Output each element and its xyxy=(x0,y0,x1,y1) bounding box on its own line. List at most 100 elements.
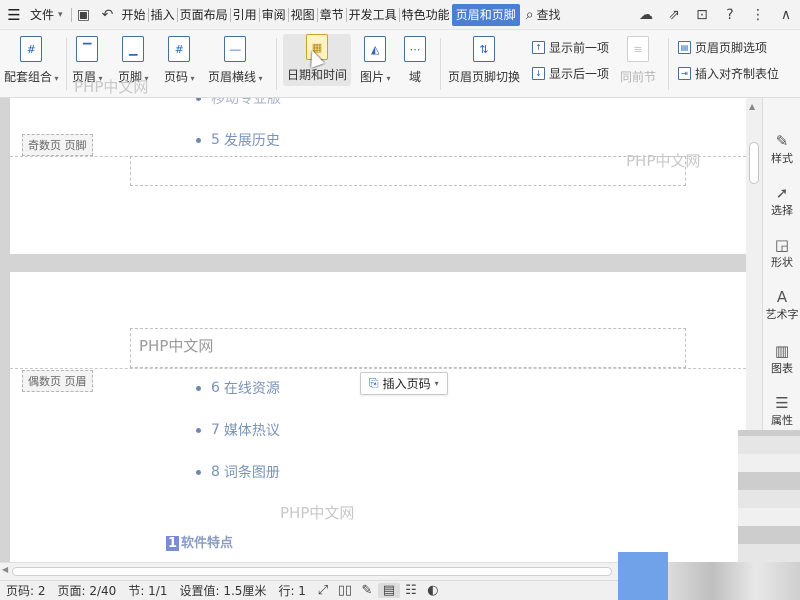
hf-options-button[interactable]: ▤ 页眉页脚选项 xyxy=(678,39,767,56)
align-tab-label: 插入对齐制表位 xyxy=(695,67,780,81)
fullscreen-icon[interactable]: ⤢ xyxy=(312,583,334,598)
file-menu[interactable]: 文件 ▾ xyxy=(28,0,71,30)
insert-page-number-label: 插入页码 xyxy=(382,377,431,391)
list-item-num: 5 xyxy=(211,132,220,148)
status-section[interactable]: 节: 1/1 xyxy=(122,582,173,599)
divider xyxy=(276,38,277,90)
list-item-6[interactable]: 6 在线资源 xyxy=(196,378,280,398)
tab-references[interactable]: 引用 xyxy=(231,0,259,30)
collab-icon[interactable]: ⊡ xyxy=(688,7,716,23)
pencil-icon: ✎ xyxy=(775,132,789,150)
status-line[interactable]: 行: 1 xyxy=(272,582,312,599)
collapse-icon[interactable]: ∧ xyxy=(772,7,800,23)
list-item-num: 7 xyxy=(211,422,220,438)
page-view-icon[interactable]: ▤ xyxy=(377,583,400,598)
status-setting[interactable]: 设置值: 1.5厘米 xyxy=(173,582,272,599)
tab-view[interactable]: 视图 xyxy=(289,0,317,30)
header-area[interactable]: PHP中文网 xyxy=(130,328,686,368)
cursor-icon: ➚ xyxy=(775,184,789,202)
menu-bar: ☰ 文件 ▾ ▣ ↶ 开始 插入 页面布局 引用 审阅 视图 章节 开发工具 特… xyxy=(0,0,800,30)
cloud-icon[interactable]: ☁ xyxy=(632,7,660,23)
field-icon: ⋯ xyxy=(404,36,426,62)
file-menu-label: 文件 xyxy=(30,7,55,22)
header-line-button[interactable]: ― 页眉横线 xyxy=(208,36,263,85)
reading-mode-icon[interactable]: ▯▯ xyxy=(334,583,356,598)
page-number-button[interactable]: # 页码 xyxy=(164,36,195,85)
show-prev-button[interactable]: ↑ 显示前一项 xyxy=(532,39,609,56)
datetime-label: 日期和时间 xyxy=(287,68,348,82)
insert-page-number-button[interactable]: ⎘ 插入页码 ▾ xyxy=(360,372,448,395)
tab-special[interactable]: 特色功能 xyxy=(400,0,452,30)
blurred-region xyxy=(618,552,668,600)
save-icon[interactable]: ▣ xyxy=(72,7,96,23)
page-number-icon: # xyxy=(168,36,191,62)
tab-insert[interactable]: 插入 xyxy=(149,0,177,30)
switch-button[interactable]: ⇅ 页眉页脚切换 xyxy=(448,36,520,85)
chart-tool[interactable]: ▥ 图表 xyxy=(763,342,800,376)
document-area[interactable]: 移动专业版 5 发展历史 奇数页 页脚 PHP中文网 PHP中文网 偶数页 页眉… xyxy=(0,98,762,562)
style-tool[interactable]: ✎ 样式 xyxy=(763,132,800,166)
status-page[interactable]: 页面: 2/40 xyxy=(52,582,123,599)
web-view-icon[interactable]: ◐ xyxy=(422,583,444,598)
list-item-5[interactable]: 5 发展历史 xyxy=(196,130,280,150)
page-2[interactable]: PHP中文网 偶数页 页眉 ⎘ 插入页码 ▾ 6 在线资源 7 媒体热议 8 词… xyxy=(10,272,746,562)
tab-start[interactable]: 开始 xyxy=(120,0,148,30)
page-number-label: 页码 xyxy=(164,68,195,85)
tab-review[interactable]: 审阅 xyxy=(260,0,288,30)
section-number: 1 xyxy=(166,536,180,551)
tab-developer[interactable]: 开发工具 xyxy=(347,0,399,30)
watermark: PHP中文网 xyxy=(74,78,149,96)
combo-label: 配套组合 xyxy=(4,68,59,85)
select-tool[interactable]: ➚ 选择 xyxy=(763,184,800,218)
select-tool-label: 选择 xyxy=(771,204,793,217)
footer-icon: ▁ xyxy=(122,36,145,62)
header-line-icon: ― xyxy=(224,36,247,62)
same-prev-button[interactable]: ≡ 同前节 xyxy=(620,36,656,85)
edit-mode-icon[interactable]: ✎ xyxy=(356,583,378,598)
list-item-text: 移动专业版 xyxy=(211,98,281,107)
list-item-8[interactable]: 8 词条图册 xyxy=(196,462,280,482)
list-item-text: 发展历史 xyxy=(223,133,280,149)
footer-area[interactable] xyxy=(130,156,686,186)
tab-section[interactable]: 章节 xyxy=(318,0,346,30)
tab-page-layout[interactable]: 页面布局 xyxy=(178,0,230,30)
header-icon: ▔ xyxy=(76,36,99,62)
properties-tool-label: 属性 xyxy=(771,414,793,427)
undo-icon[interactable]: ↶ xyxy=(96,7,120,23)
status-page-number[interactable]: 页码: 2 xyxy=(0,582,52,599)
list-item-7[interactable]: 7 媒体热议 xyxy=(196,420,280,440)
tab-header-footer[interactable]: 页眉和页脚 xyxy=(451,3,520,26)
page-1[interactable]: 移动专业版 5 发展历史 奇数页 页脚 PHP中文网 xyxy=(10,98,746,254)
more-icon[interactable]: ⋮ xyxy=(744,7,772,23)
section-title-text: 软件特点 xyxy=(181,536,234,551)
section-heading[interactable]: 1 软件特点 xyxy=(166,532,233,551)
hamburger-menu-icon[interactable]: ☰ xyxy=(0,0,28,30)
show-next-button[interactable]: ↓ 显示后一项 xyxy=(532,65,609,82)
list-item-text: 在线资源 xyxy=(223,381,280,397)
share-icon[interactable]: ⇗ xyxy=(660,7,688,23)
sliders-icon: ☰ xyxy=(775,394,789,412)
show-prev-icon: ↑ xyxy=(532,41,545,54)
picture-icon: ◭ xyxy=(364,36,387,62)
wordart-tool[interactable]: A 艺术字 xyxy=(763,288,800,322)
scroll-up-icon[interactable]: ▲ xyxy=(749,102,755,111)
help-icon[interactable]: ? xyxy=(716,7,744,23)
scrollbar-thumb[interactable] xyxy=(12,567,612,576)
chart-icon: ▥ xyxy=(774,342,790,360)
properties-tool[interactable]: ☰ 属性 xyxy=(763,394,800,428)
outline-view-icon[interactable]: ☷ xyxy=(400,583,422,598)
divider xyxy=(440,38,441,90)
combo-button[interactable]: # 配套组合 xyxy=(4,36,59,85)
scrollbar-thumb[interactable] xyxy=(749,142,759,184)
search-button[interactable]: ⌕ 查找 xyxy=(520,6,567,23)
chevron-down-icon: ▾ xyxy=(58,9,63,20)
scroll-left-icon[interactable]: ◀ xyxy=(2,565,8,574)
wordart-icon: A xyxy=(776,288,788,306)
field-button[interactable]: ⋯ 域 xyxy=(404,36,426,85)
align-tab-button[interactable]: ⇥ 插入对齐制表位 xyxy=(678,65,779,82)
header-line-label: 页眉横线 xyxy=(208,68,263,85)
header-text: PHP中文网 xyxy=(139,337,214,355)
picture-button[interactable]: ◭ 图片 xyxy=(360,36,391,85)
shape-tool[interactable]: ◲ 形状 xyxy=(763,236,800,270)
same-prev-label: 同前节 xyxy=(620,70,657,84)
